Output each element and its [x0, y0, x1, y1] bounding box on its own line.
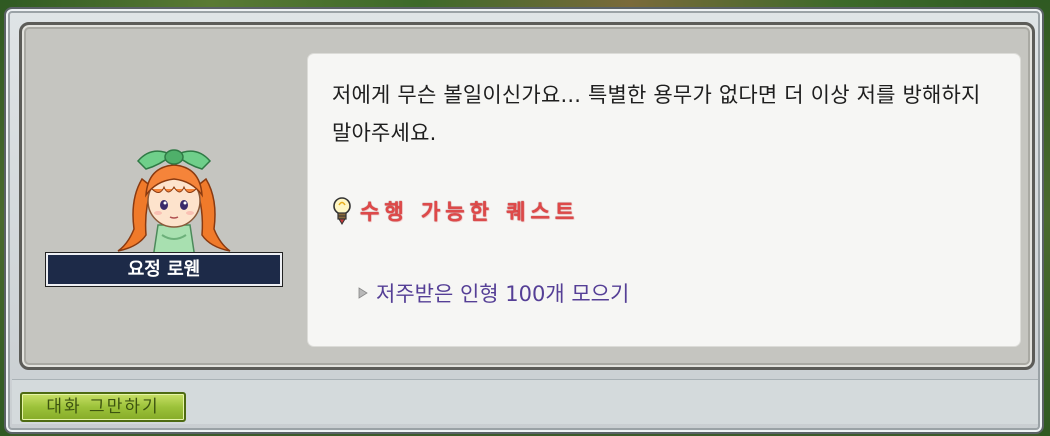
- available-quests-title: 수행 가능한 퀘스트: [360, 200, 580, 224]
- available-quests-header: 수행 가능한 퀘스트: [332, 194, 579, 228]
- quest-item-label[interactable]: 저주받은 인형 100개 모으기: [376, 278, 629, 308]
- lightbulb-icon: [333, 197, 351, 225]
- quest-item[interactable]: 저주받은 인형 100개 모으기: [358, 278, 629, 308]
- dialog-text-box: 저에게 무슨 볼일이신가요... 특별한 용무가 없다면 더 이상 저를 방해하…: [308, 54, 1020, 346]
- dialog-panel: 요정 로웬 저에게 무슨 볼일이신가요... 특별한 용무가 없다면 더 이상 …: [19, 22, 1035, 370]
- dialog-footer: 대화 그만하기: [12, 379, 1038, 424]
- end-chat-button[interactable]: 대화 그만하기: [20, 392, 186, 422]
- arrow-right-icon: [358, 287, 368, 299]
- npc-dialog-window: 요정 로웬 저에게 무슨 볼일이신가요... 특별한 용무가 없다면 더 이상 …: [4, 7, 1044, 434]
- dialog-message: 저에게 무슨 볼일이신가요... 특별한 용무가 없다면 더 이상 저를 방해하…: [332, 83, 981, 145]
- npc-name-label: 요정 로웬: [46, 253, 282, 286]
- npc-portrait: [112, 139, 236, 271]
